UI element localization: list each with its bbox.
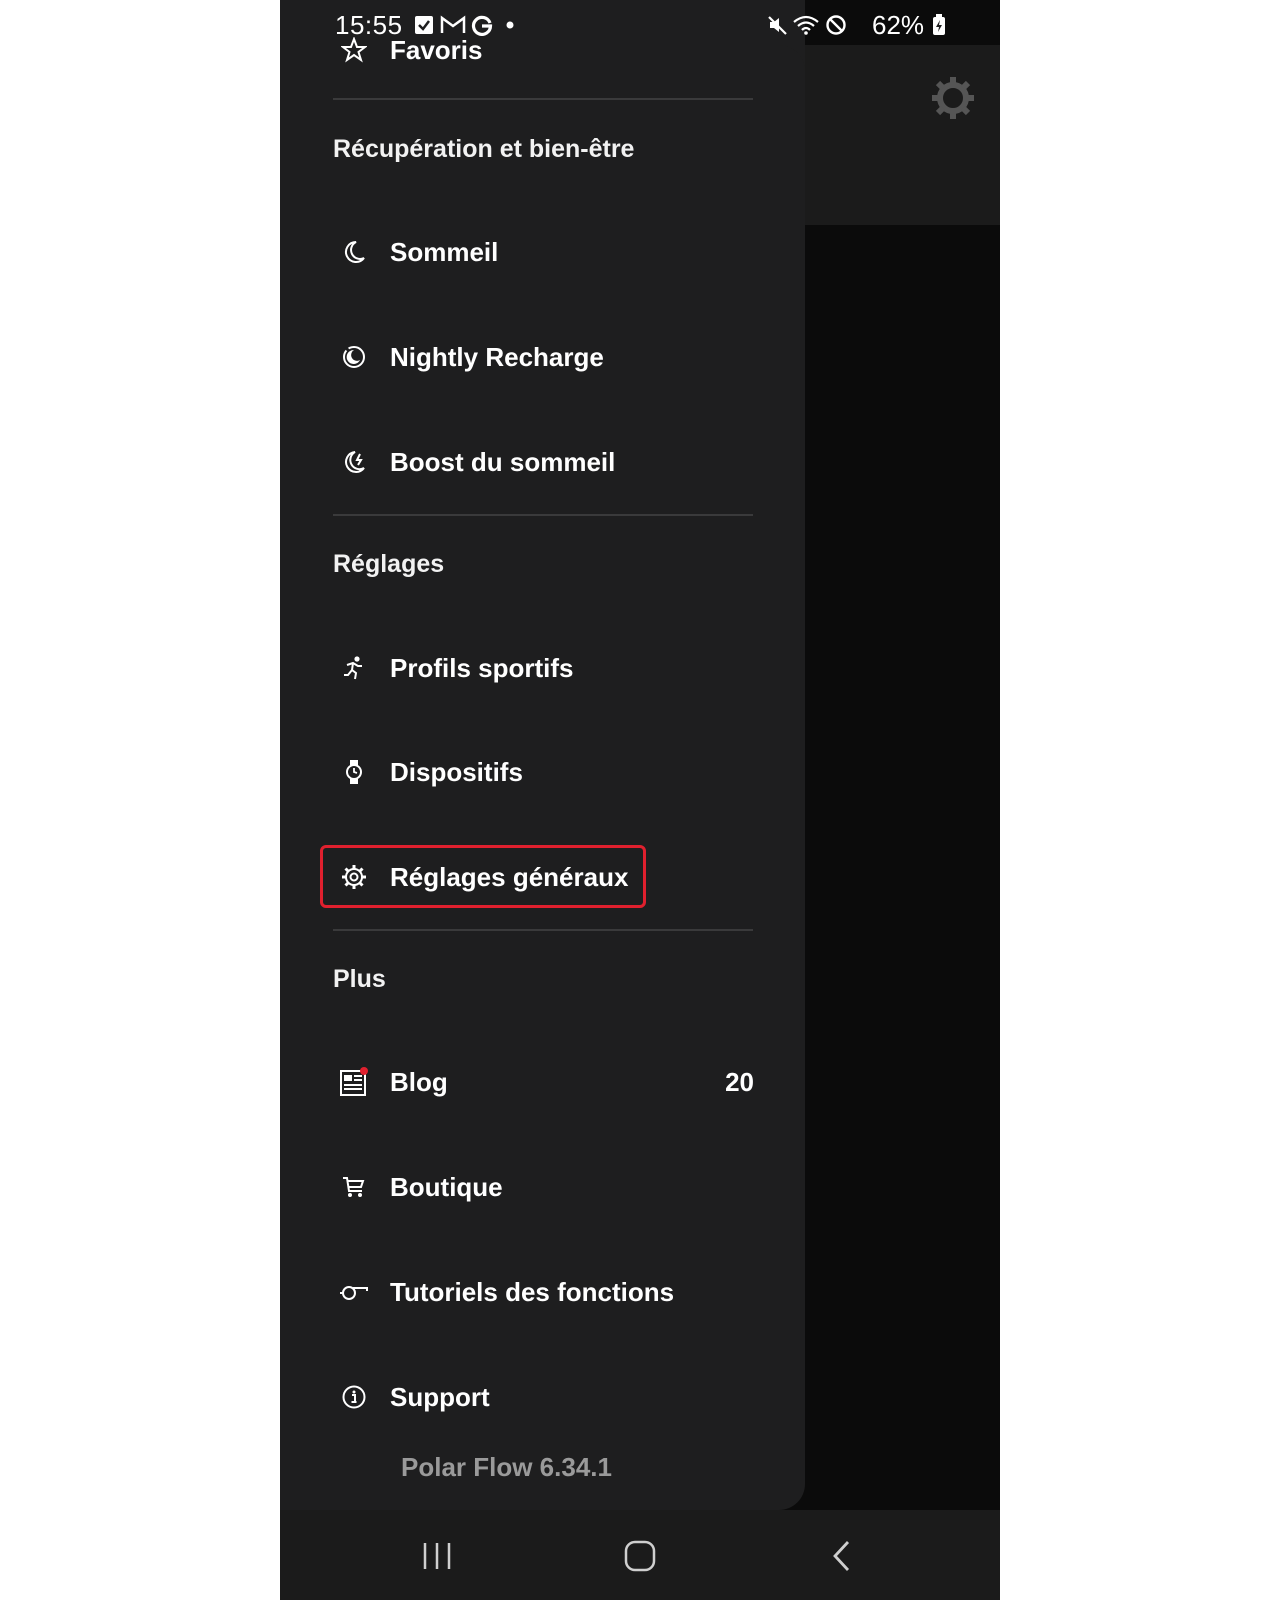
status-time: 15:55	[335, 10, 403, 40]
menu-item-profils-sportifs[interactable]: Profils sportifs	[322, 636, 762, 700]
recharge-icon	[337, 340, 371, 374]
watch-icon	[337, 755, 371, 789]
do-not-disturb-icon	[826, 15, 846, 35]
menu-item-label: Tutoriels des fonctions	[390, 1276, 675, 1307]
menu-item-label: Profils sportifs	[390, 652, 574, 683]
menu-item-boutique[interactable]: Boutique	[322, 1155, 762, 1219]
blog-count-badge: 20	[725, 1066, 754, 1097]
menu-item-dispositifs[interactable]: Dispositifs	[322, 740, 762, 804]
menu-item-tutoriels[interactable]: Tutoriels des fonctions	[322, 1260, 762, 1324]
back-chevron-icon	[833, 1541, 850, 1571]
google-icon	[471, 15, 493, 36]
home-icon	[624, 1540, 656, 1572]
recent-apps-icon	[423, 1543, 451, 1569]
menu-item-label: Support	[390, 1381, 490, 1412]
menu-item-blog[interactable]: Blog 20	[322, 1050, 762, 1114]
menu-item-boost-sommeil[interactable]: Boost du sommeil	[322, 430, 762, 494]
section-title-settings: Réglages	[333, 550, 445, 578]
menu-item-label: Nightly Recharge	[390, 341, 604, 372]
whistle-icon	[337, 1275, 371, 1309]
menu-item-label: Dispositifs	[390, 756, 523, 787]
battery-icon	[933, 14, 945, 35]
divider	[333, 98, 753, 100]
menu-item-support[interactable]: Support	[322, 1365, 762, 1429]
section-title-recovery: Récupération et bien-être	[333, 135, 635, 163]
phone-screen: 15:55 62% Favoris Récupération et bien-ê…	[280, 0, 1000, 1600]
menu-item-label: Sommeil	[390, 236, 499, 267]
battery-percentage: 62%	[872, 10, 925, 40]
wifi-icon	[793, 15, 819, 35]
status-bar: 15:55 62%	[280, 0, 1000, 50]
navigation-drawer: Favoris Récupération et bien-être Sommei…	[280, 0, 805, 1510]
system-navigation-bar	[280, 1510, 1000, 1600]
divider	[333, 514, 753, 516]
sleep-boost-icon	[337, 445, 371, 479]
checkbox-notification-icon	[415, 16, 433, 34]
home-button[interactable]	[618, 1534, 662, 1578]
menu-item-label: Boost du sommeil	[390, 446, 616, 477]
app-version: Polar Flow 6.34.1	[401, 1452, 612, 1482]
menu-item-nightly-recharge[interactable]: Nightly Recharge	[322, 325, 762, 389]
recent-apps-button[interactable]	[415, 1534, 459, 1578]
section-title-plus: Plus	[333, 965, 386, 993]
divider	[333, 929, 753, 931]
info-icon	[337, 1380, 371, 1414]
moon-icon	[337, 235, 371, 269]
mute-icon	[768, 16, 787, 35]
gmail-icon	[440, 15, 466, 33]
menu-item-label: Blog	[390, 1066, 448, 1097]
runner-icon	[337, 651, 371, 685]
blog-icon	[337, 1065, 371, 1099]
cart-icon	[337, 1170, 371, 1204]
menu-item-label: Boutique	[390, 1171, 503, 1202]
more-notifications-dot-icon	[506, 21, 514, 29]
highlight-annotation-box	[320, 845, 646, 908]
settings-gear-icon[interactable]	[930, 75, 976, 121]
menu-item-sommeil[interactable]: Sommeil	[322, 220, 762, 284]
back-button[interactable]	[820, 1534, 864, 1578]
